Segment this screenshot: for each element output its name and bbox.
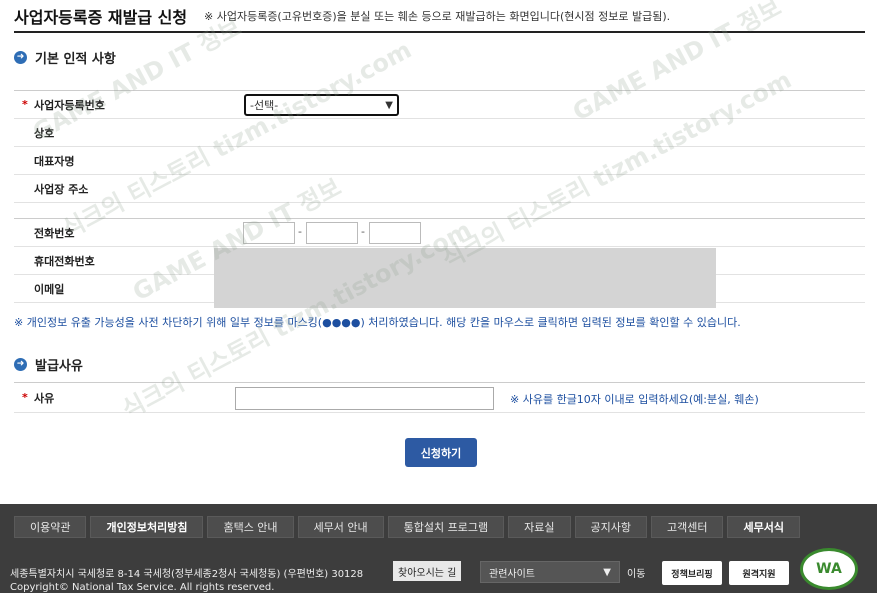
footer-nav: 이용약관 개인정보처리방침 홈택스 안내 세무서 안내 통합설치 프로그램 자료… (14, 516, 800, 538)
footer-link-notice[interactable]: 공지사항 (574, 516, 647, 538)
footer-link-tax-office[interactable]: 세무서 안내 (297, 516, 384, 538)
footer-link-tax-forms[interactable]: 세무서식 (727, 516, 800, 538)
required-mark: * (22, 98, 28, 111)
footer-link-install[interactable]: 통합설치 프로그램 (387, 516, 505, 538)
section-reason: ➜ 발급사유 (14, 355, 83, 374)
row-representative: 대표자명 (14, 147, 865, 175)
footer-address: 세종특별자치시 국세청로 8-14 국세청(정부세종2청사 국세청동) (우편번… (10, 569, 364, 580)
page-note: ※ 사업자등록증(고유번호증)을 분실 또는 훼손 등으로 재발급하는 화면입니… (204, 10, 671, 23)
page-header: 사업자등록증 재발급 신청 ※ 사업자등록증(고유번호증)을 분실 또는 훼손 … (14, 0, 865, 33)
privacy-note: ※ 개인정보 유출 가능성을 사전 차단하기 위해 일부 정보를 마스킹(●●●… (14, 316, 741, 329)
row-business-number: * 사업자등록번호 -선택- ▼ (14, 91, 865, 119)
phone-dash: - (361, 225, 365, 238)
chevron-down-icon: ▼ (385, 99, 393, 111)
chevron-down-icon: ▼ (603, 566, 611, 578)
go-button[interactable]: 이동 (627, 565, 645, 580)
arrow-right-icon: ➜ (14, 358, 27, 371)
related-sites-select-value: 관련사이트 (489, 568, 535, 580)
section-basic-info-title: 기본 인적 사항 (35, 52, 116, 67)
phone-input-3[interactable] (369, 222, 421, 244)
phone-dash: - (298, 225, 302, 238)
reason-table: * 사유 ※ 사유를 한글10자 이내로 입력하세요(예:분실, 훼손) (14, 382, 865, 413)
row-business-address: 사업장 주소 (14, 175, 865, 203)
label-email: 이메일 (34, 282, 65, 296)
section-reason-title: 발급사유 (35, 359, 83, 374)
footer-link-privacy[interactable]: 개인정보처리방침 (90, 516, 204, 538)
section-basic-info: ➜ 기본 인적 사항 (14, 48, 116, 67)
footer-link-archive[interactable]: 자료실 (508, 516, 571, 538)
footer: 이용약관 개인정보처리방침 홈택스 안내 세무서 안내 통합설치 프로그램 자료… (0, 504, 877, 593)
masked-info-area[interactable] (214, 248, 716, 308)
required-mark: * (22, 391, 28, 404)
footer-copyright: Copyright© National Tax Service. All rig… (10, 582, 275, 593)
row-reason: * 사유 ※ 사유를 한글10자 이내로 입력하세요(예:분실, 훼손) (14, 383, 865, 413)
business-number-select-value: -선택- (250, 99, 279, 112)
footer-link-support[interactable]: 고객센터 (651, 516, 724, 538)
label-phone: 전화번호 (34, 226, 75, 240)
label-mobile: 휴대전화번호 (34, 254, 95, 268)
submit-button[interactable]: 신청하기 (405, 438, 477, 467)
label-business-address: 사업장 주소 (34, 182, 89, 196)
row-company-name: 상호 (14, 119, 865, 147)
policy-briefing-badge[interactable]: 정책브리핑 (662, 561, 722, 585)
basic-info-table: * 사업자등록번호 -선택- ▼ 상호 대표자명 사업장 주소 (14, 90, 865, 203)
row-phone: 전화번호 - - (14, 219, 865, 247)
page-title: 사업자등록증 재발급 신청 (14, 8, 188, 27)
directions-button[interactable]: 찾아오시는 길 (393, 561, 462, 581)
reason-hint: ※ 사유를 한글10자 이내로 입력하세요(예:분실, 훼손) (510, 393, 759, 406)
footer-link-hometax[interactable]: 홈택스 안내 (207, 516, 294, 538)
arrow-right-icon: ➜ (14, 51, 27, 64)
business-number-select[interactable]: -선택- ▼ (244, 94, 399, 116)
phone-input-2[interactable] (306, 222, 358, 244)
footer-link-terms[interactable]: 이용약관 (14, 516, 87, 538)
remote-support-badge[interactable]: 원격지원 (729, 561, 789, 585)
label-representative: 대표자명 (34, 154, 75, 168)
reason-input[interactable] (235, 387, 494, 410)
label-reason: 사유 (34, 391, 55, 405)
wa-certification-mark: WA (800, 548, 858, 590)
related-sites-select[interactable]: 관련사이트 ▼ (480, 561, 620, 583)
label-company-name: 상호 (34, 126, 55, 140)
label-business-number: 사업자등록번호 (34, 98, 105, 112)
phone-input-1[interactable] (243, 222, 295, 244)
